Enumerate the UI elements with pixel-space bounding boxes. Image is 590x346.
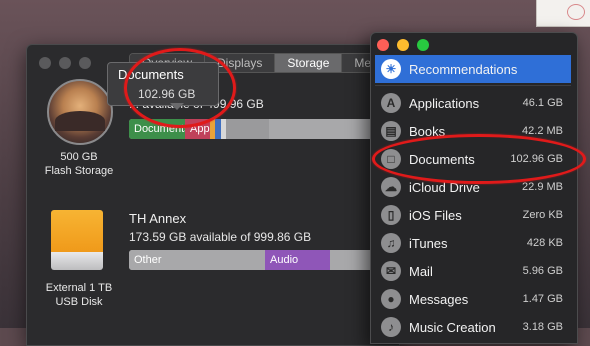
sidebar-item-recommendations[interactable]: ☀ Recommendations <box>375 55 571 83</box>
disk2-label: External 1 TB USB Disk <box>45 282 113 308</box>
sidebar-item-itunes[interactable]: ♫ iTunes 428 KB <box>375 229 571 257</box>
sidebar-item-size: 1.47 GB <box>522 293 563 305</box>
minimize-button[interactable] <box>59 57 71 69</box>
lightbulb-icon: ☀ <box>381 59 401 79</box>
sidebar-item-label: Messages <box>409 291 469 307</box>
sidebar-item-label: Applications <box>409 95 480 111</box>
usage-segment[interactable] <box>225 119 270 139</box>
sidebar-item-ios-files[interactable]: ▯ iOS Files Zero KB <box>375 201 571 229</box>
close-button[interactable] <box>39 57 51 69</box>
sidebar-item-label: Recommendations <box>409 61 518 77</box>
sidebar-item-label: iTunes <box>409 235 448 251</box>
usage-segment[interactable]: Other <box>129 250 265 270</box>
manage-storage-panel: ☀ Recommendations A Applications 46.1 GB ▤ Boo… <box>370 32 578 344</box>
sidebar-item-size: 3.18 GB <box>522 321 563 333</box>
disk2-available-text: 173.59 GB available of 999.86 GB <box>129 230 312 244</box>
storage-category-sidebar: ☀ Recommendations A Applications 46.1 GB ▤ Boo… <box>375 53 571 343</box>
sidebar-item-messages[interactable]: ● Messages 1.47 GB <box>375 285 571 313</box>
sidebar-item-size: 22.9 MB <box>522 181 563 193</box>
sidebar-item-size: 42.2 MB <box>522 125 563 137</box>
guitar-icon: ♪ <box>381 317 401 337</box>
sidebar-divider <box>375 85 571 86</box>
disk1-label: 500 GB Flash Storage <box>44 151 114 177</box>
cloud-icon: ☁ <box>381 177 401 197</box>
annotation-circle-tooltip <box>124 48 236 128</box>
sidebar-item-mail[interactable]: ✉ Mail 5.96 GB <box>375 257 571 285</box>
sidebar-item-size: 46.1 GB <box>522 97 563 109</box>
zoom-button[interactable] <box>79 57 91 69</box>
book-icon: ▤ <box>381 121 401 141</box>
usb-disk-icon <box>51 210 103 270</box>
app-store-icon: A <box>381 93 401 113</box>
disk2-title: TH Annex <box>129 211 187 226</box>
sidebar-item-applications[interactable]: A Applications 46.1 GB <box>375 89 571 117</box>
sidebar-item-music-creation[interactable]: ♪ Music Creation 3.18 GB <box>375 313 571 341</box>
music-note-icon: ♫ <box>381 233 401 253</box>
panel-minimize-button[interactable] <box>397 39 409 51</box>
phone-icon: ▯ <box>381 205 401 225</box>
panel-zoom-button[interactable] <box>417 39 429 51</box>
annotation-circle-documents <box>372 134 586 184</box>
speech-bubble-icon: ● <box>381 289 401 309</box>
usage-segment[interactable]: Audio <box>265 250 331 270</box>
mail-icon: ✉ <box>381 261 401 281</box>
tab-storage[interactable]: Storage <box>275 54 343 72</box>
sidebar-item-label: Music Creation <box>409 319 496 335</box>
sidebar-item-label: Mail <box>409 263 433 279</box>
disk2-usage-bar: Other Audio <box>129 250 401 270</box>
flash-storage-disk-icon <box>47 79 113 145</box>
desktop-document <box>536 0 590 27</box>
sidebar-item-size: 5.96 GB <box>522 265 563 277</box>
sidebar-item-size: 428 KB <box>526 237 563 249</box>
sidebar-item-label: iOS Files <box>409 207 462 223</box>
panel-close-button[interactable] <box>377 39 389 51</box>
sidebar-item-size: Zero KB <box>522 209 563 221</box>
